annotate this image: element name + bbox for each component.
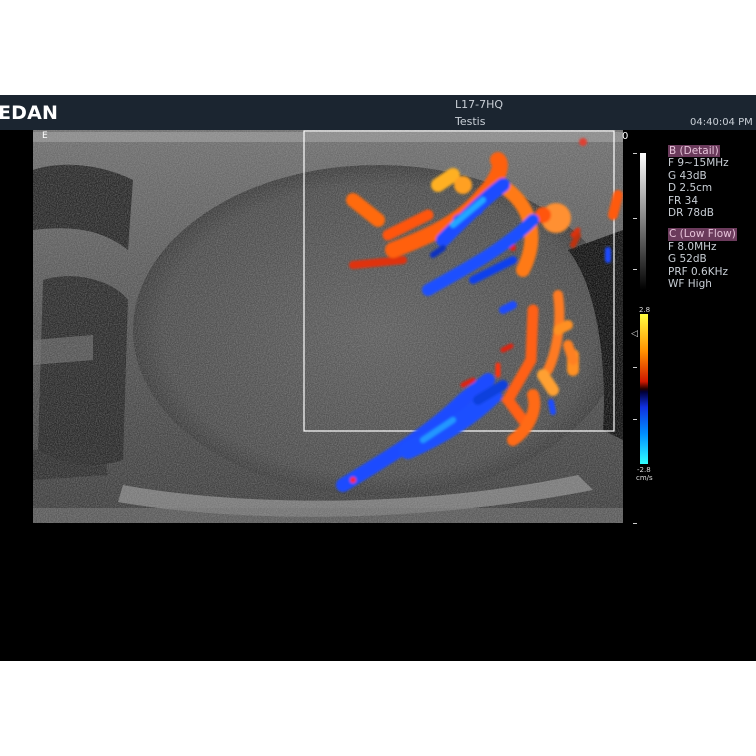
b-mode-depth: D 2.5cm	[668, 182, 713, 195]
color-mode-frequency: F 8.0MHz	[668, 240, 717, 253]
b-mode-gain: G 43dB	[668, 169, 707, 182]
depth-tick	[633, 218, 637, 219]
depth-start-label: 0	[622, 131, 629, 142]
color-scale-top-label: 2.8	[639, 306, 651, 314]
exam-preset: Testis	[455, 115, 486, 128]
b-mode-frequency: F 9~15MHz	[668, 157, 729, 170]
color-scale-bottom-label: -2.8	[637, 466, 651, 474]
b-mode-header: B (Detail)	[668, 145, 720, 158]
depth-tick	[633, 419, 637, 420]
depth-tick	[633, 269, 637, 270]
color-velocity-bar	[640, 314, 648, 464]
probe-name: L17-7HQ	[455, 98, 504, 111]
sonogram-graphic	[33, 130, 623, 523]
brand-logo: EDAN	[0, 102, 59, 124]
focus-marker-icon: ◁	[631, 329, 638, 339]
color-mode-prf: PRF 0.6KHz	[668, 265, 728, 278]
header-bar: EDAN L17-7HQ Testis 04:40:04 PM	[0, 95, 756, 130]
ultrasound-screen: EDAN L17-7HQ Testis 04:40:04 PM E 0 ◁ 2.…	[0, 95, 756, 661]
ultrasound-image	[33, 130, 623, 523]
color-mode-wall-filter: WF High	[668, 278, 712, 291]
depth-tick	[633, 523, 637, 524]
color-scale-unit: cm/s	[636, 474, 653, 482]
color-mode-gain: G 52dB	[668, 253, 707, 266]
depth-tick	[633, 153, 637, 154]
depth-tick	[633, 367, 637, 368]
b-mode-dynamic-range: DR 78dB	[668, 207, 714, 220]
orientation-mark: E	[42, 131, 48, 141]
color-mode-header: C (Low Flow)	[668, 228, 737, 241]
b-mode-frame-rate: FR 34	[668, 194, 699, 207]
grayscale-bar	[640, 153, 646, 290]
parameter-panel: B (Detail) F 9~15MHz G 43dB D 2.5cm FR 3…	[668, 145, 737, 290]
clock: 04:40:04 PM	[690, 117, 753, 128]
